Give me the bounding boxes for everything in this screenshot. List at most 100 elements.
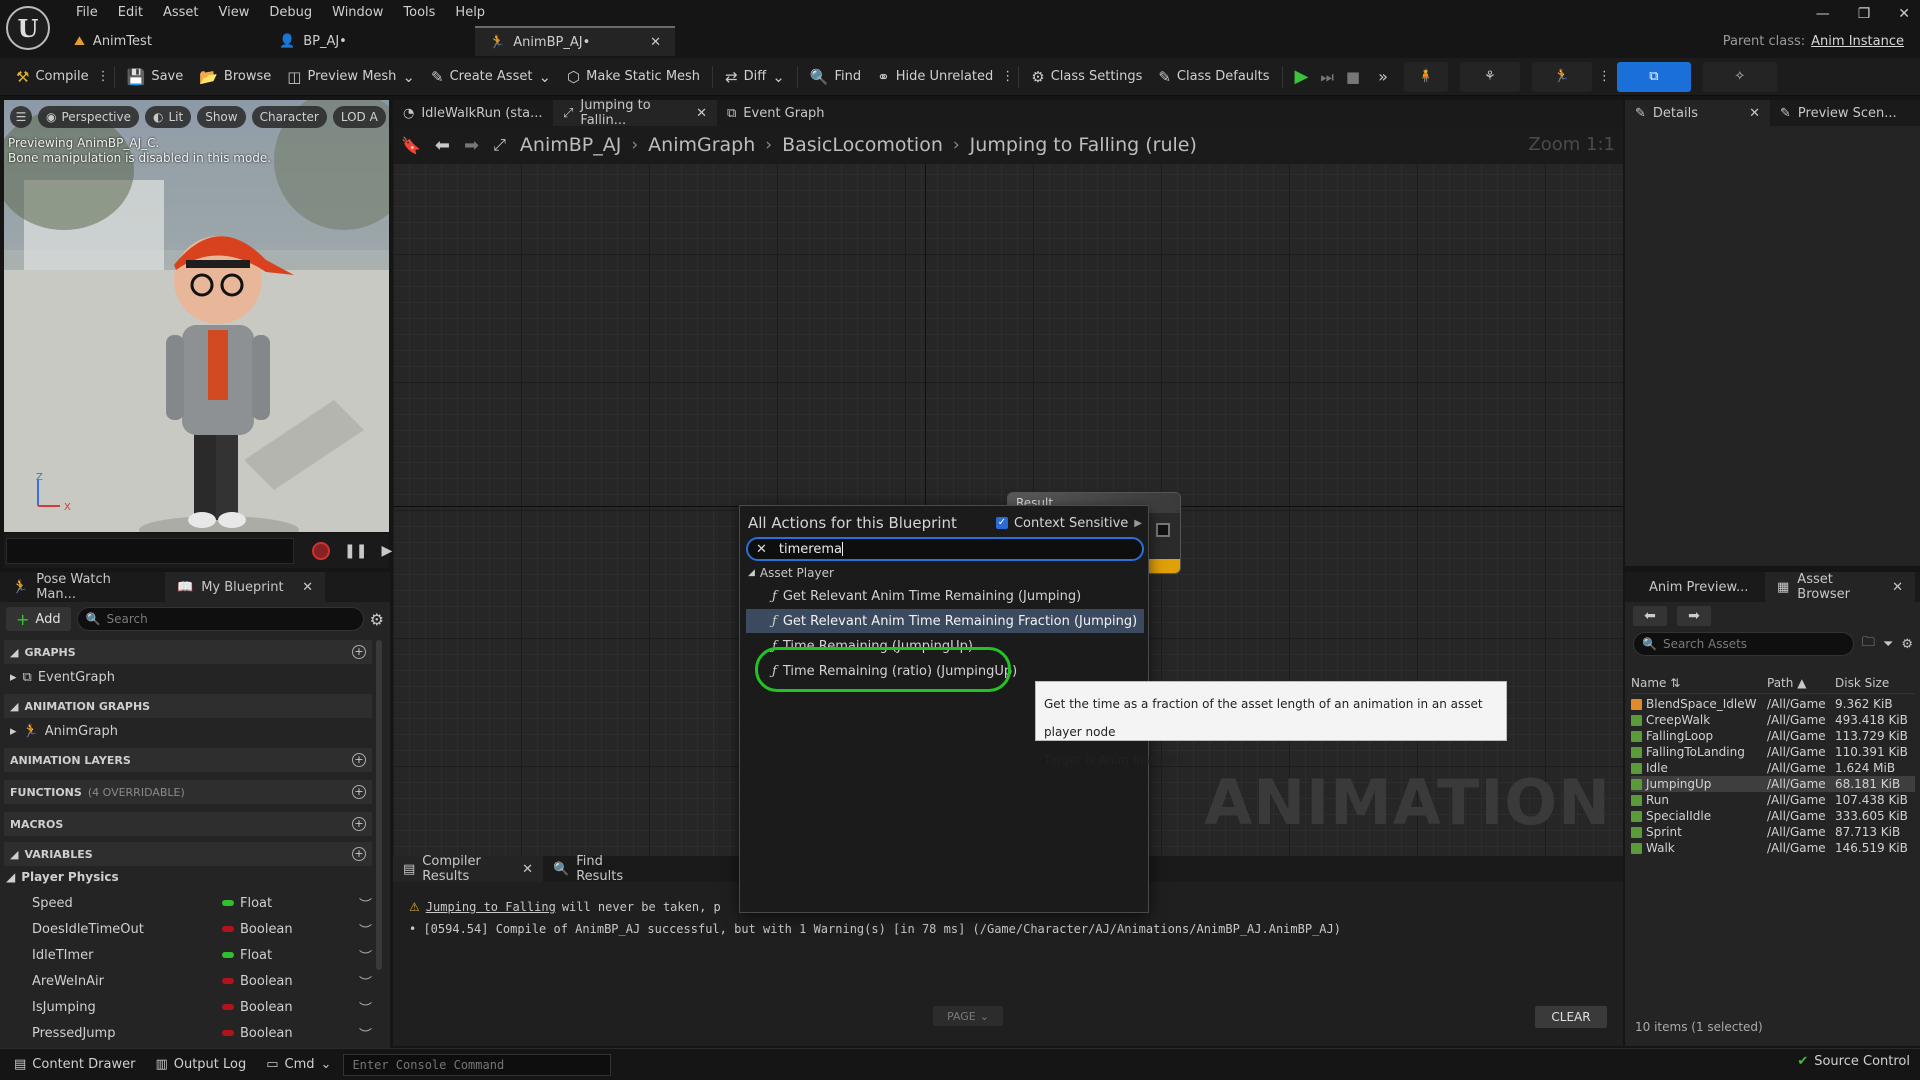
variable-row[interactable]: DoesIdleTimeOut Boolean ︶	[32, 916, 372, 942]
breadcrumb-item[interactable]: BasicLocomotion	[782, 134, 943, 156]
menu-edit[interactable]: Edit	[108, 5, 153, 20]
menu-help[interactable]: Help	[445, 5, 495, 20]
page-button[interactable]: PAGE ⌄	[933, 1006, 1003, 1026]
menu-asset[interactable]: Asset	[153, 5, 209, 20]
parent-class-link[interactable]: Anim Instance	[1811, 34, 1904, 49]
column-path[interactable]: Path ▲	[1763, 676, 1831, 690]
asset-row[interactable]: CreepWalk/All/Game 493.418 KiB	[1631, 712, 1915, 728]
clear-button[interactable]: CLEAR	[1535, 1006, 1607, 1028]
gear-icon[interactable]: ⚙	[1901, 637, 1913, 652]
eye-toggle-icon[interactable]: ︶	[359, 972, 372, 991]
diff-button[interactable]: ⇄ Diff ⌄	[717, 62, 793, 92]
animation-mode-button[interactable]: 🏃	[1531, 61, 1592, 92]
forward-arrow-icon[interactable]: ➡	[464, 135, 479, 156]
tab-pose-watch[interactable]: 🏃 Pose Watch Man...	[0, 572, 165, 602]
action-search-input[interactable]: ✕ timerema	[746, 537, 1144, 561]
close-icon[interactable]: ✕	[1749, 106, 1760, 121]
tab-idlewalkrun[interactable]: ◔ IdleWalkRun (sta...	[393, 100, 553, 126]
close-icon[interactable]: ✕	[650, 35, 661, 50]
create-asset-button[interactable]: ✎ Create Asset ⌄	[423, 62, 559, 92]
asset-row[interactable]: Idle/All/Game 1.624 MiB	[1631, 760, 1915, 776]
variable-row[interactable]: PressedJump Boolean ︶	[32, 1020, 372, 1046]
lod-button[interactable]: LOD A	[332, 106, 386, 128]
breadcrumb-item[interactable]: AnimBP_AJ	[520, 134, 621, 156]
pause-icon[interactable]: ❚❚	[344, 543, 367, 559]
tree-item-eventgraph[interactable]: ▸ ⧉ EventGraph	[10, 666, 115, 688]
section-graphs[interactable]: ◢ GRAPHS +	[4, 640, 372, 664]
play-icon[interactable]: ▶	[1295, 66, 1309, 87]
add-variable-icon[interactable]: +	[352, 847, 366, 861]
mode-options-icon[interactable]: ⋮	[1598, 69, 1611, 84]
back-arrow-icon[interactable]: ⬅	[435, 135, 450, 156]
variable-row[interactable]: Speed Float ︶	[32, 890, 372, 916]
character-button[interactable]: Character	[251, 106, 327, 128]
section-macros[interactable]: MACROS +	[4, 812, 372, 836]
breadcrumb-item[interactable]: Jumping to Falling (rule)	[970, 134, 1197, 156]
variable-row[interactable]: IdleTImer Float ︶	[32, 942, 372, 968]
section-animation-layers[interactable]: ANIMATION LAYERS +	[4, 748, 372, 772]
tab-compiler-results[interactable]: ▤ Compiler Results ✕	[393, 854, 543, 884]
more-options-icon[interactable]: ⋮	[1001, 69, 1014, 84]
result-pin[interactable]	[1156, 523, 1170, 537]
action-item-highlighted[interactable]: ƒ Time Remaining (ratio) (JumpingUp)	[746, 659, 1144, 683]
close-icon[interactable]: ✕	[1892, 580, 1903, 595]
tab-bp-aj[interactable]: 👤 BP_AJ•	[265, 26, 475, 56]
breadcrumb-item[interactable]: AnimGraph	[648, 134, 755, 156]
clear-search-icon[interactable]: ✕	[756, 542, 767, 557]
timeline-scrubber[interactable]	[6, 538, 294, 564]
lit-button[interactable]: ◐ Lit	[144, 106, 192, 128]
perspective-button[interactable]: ◉ Perspective	[38, 106, 139, 128]
eye-toggle-icon[interactable]: ︶	[359, 894, 372, 913]
tab-preview-scene[interactable]: ✎ Preview Scen...	[1770, 100, 1915, 126]
tab-find-results[interactable]: 🔍 Find Results	[543, 854, 663, 884]
section-functions[interactable]: FUNCTIONS (4 OVERRIDABLE) +	[4, 780, 372, 804]
asset-search-input[interactable]: 🔍 Search Assets	[1633, 632, 1854, 656]
variable-category[interactable]: ◢ Player Physics	[6, 866, 119, 888]
menu-debug[interactable]: Debug	[259, 5, 322, 20]
asset-row[interactable]: Walk/All/Game 146.519 KiB	[1631, 840, 1915, 856]
add-graph-icon[interactable]: +	[352, 645, 366, 659]
physics-mode-button[interactable]: ✧	[1702, 61, 1777, 92]
hide-unrelated-button[interactable]: ⚭ Hide Unrelated	[869, 62, 1001, 92]
menu-tools[interactable]: Tools	[393, 5, 445, 20]
variable-row[interactable]: IsJumping Boolean ︶	[32, 994, 372, 1020]
skeleton-mode-button[interactable]: 🧍	[1403, 61, 1448, 92]
add-function-icon[interactable]: +	[352, 785, 366, 799]
filter-icon[interactable]: ⏷	[1883, 637, 1893, 652]
save-button[interactable]: 💾 Save	[119, 62, 192, 92]
bookmark-icon[interactable]: 🔖	[401, 136, 421, 155]
unreal-logo-icon[interactable]: U	[6, 6, 50, 50]
preview-mesh-button[interactable]: ◫ Preview Mesh ⌄	[279, 62, 423, 92]
close-icon[interactable]: ✕	[522, 862, 533, 877]
tab-anim-preview[interactable]: Anim Preview...	[1625, 572, 1765, 602]
find-button[interactable]: 🔍 Find	[802, 62, 869, 92]
tab-asset-browser[interactable]: ▦ Asset Browser ✕	[1765, 572, 1915, 602]
asset-row[interactable]: Sprint/All/Game 87.713 KiB	[1631, 824, 1915, 840]
close-icon[interactable]: ✕	[696, 106, 707, 121]
asset-row[interactable]: FallingToLanding/All/Game 110.391 KiB	[1631, 744, 1915, 760]
output-log-button[interactable]: ▥ Output Log	[147, 1052, 254, 1078]
class-settings-button[interactable]: ⚙ Class Settings	[1023, 62, 1150, 92]
action-item[interactable]: ƒ Get Relevant Anim Time Remaining Fract…	[746, 609, 1144, 633]
tab-animtest[interactable]: ⛰ AnimTest	[60, 26, 265, 56]
warning-link[interactable]: Jumping to Falling	[426, 900, 556, 914]
tab-animbp-aj[interactable]: 🏃 AnimBP_AJ• ✕	[475, 26, 675, 56]
class-defaults-button[interactable]: ✎ Class Defaults	[1150, 62, 1277, 92]
content-drawer-button[interactable]: ▤ Content Drawer	[6, 1052, 143, 1078]
folder-filter-icon[interactable]: 🗀	[1862, 633, 1875, 655]
step-icon[interactable]: ⏭	[1320, 68, 1334, 86]
context-sensitive-toggle[interactable]: ✓ Context Sensitive ▶	[995, 516, 1142, 531]
minimize-icon[interactable]: —	[1816, 6, 1830, 22]
add-layer-icon[interactable]: +	[352, 753, 366, 767]
eye-toggle-icon[interactable]: ︶	[359, 1024, 372, 1043]
make-static-mesh-button[interactable]: ⬡ Make Static Mesh	[559, 62, 708, 92]
debug-chevrons-icon[interactable]: »	[1378, 67, 1388, 86]
blueprint-mode-button[interactable]: ⧉	[1616, 61, 1691, 92]
eye-toggle-icon[interactable]: ︶	[359, 920, 372, 939]
menu-view[interactable]: View	[209, 5, 260, 20]
play-forward-icon[interactable]: ▶	[381, 543, 392, 559]
category-asset-player[interactable]: ◢ Asset Player	[748, 564, 1142, 582]
browse-button[interactable]: 📂 Browse	[191, 62, 279, 92]
tab-details[interactable]: ✎ Details ✕	[1625, 100, 1770, 126]
asset-row[interactable]: SpecialIdle/All/Game 333.605 KiB	[1631, 808, 1915, 824]
